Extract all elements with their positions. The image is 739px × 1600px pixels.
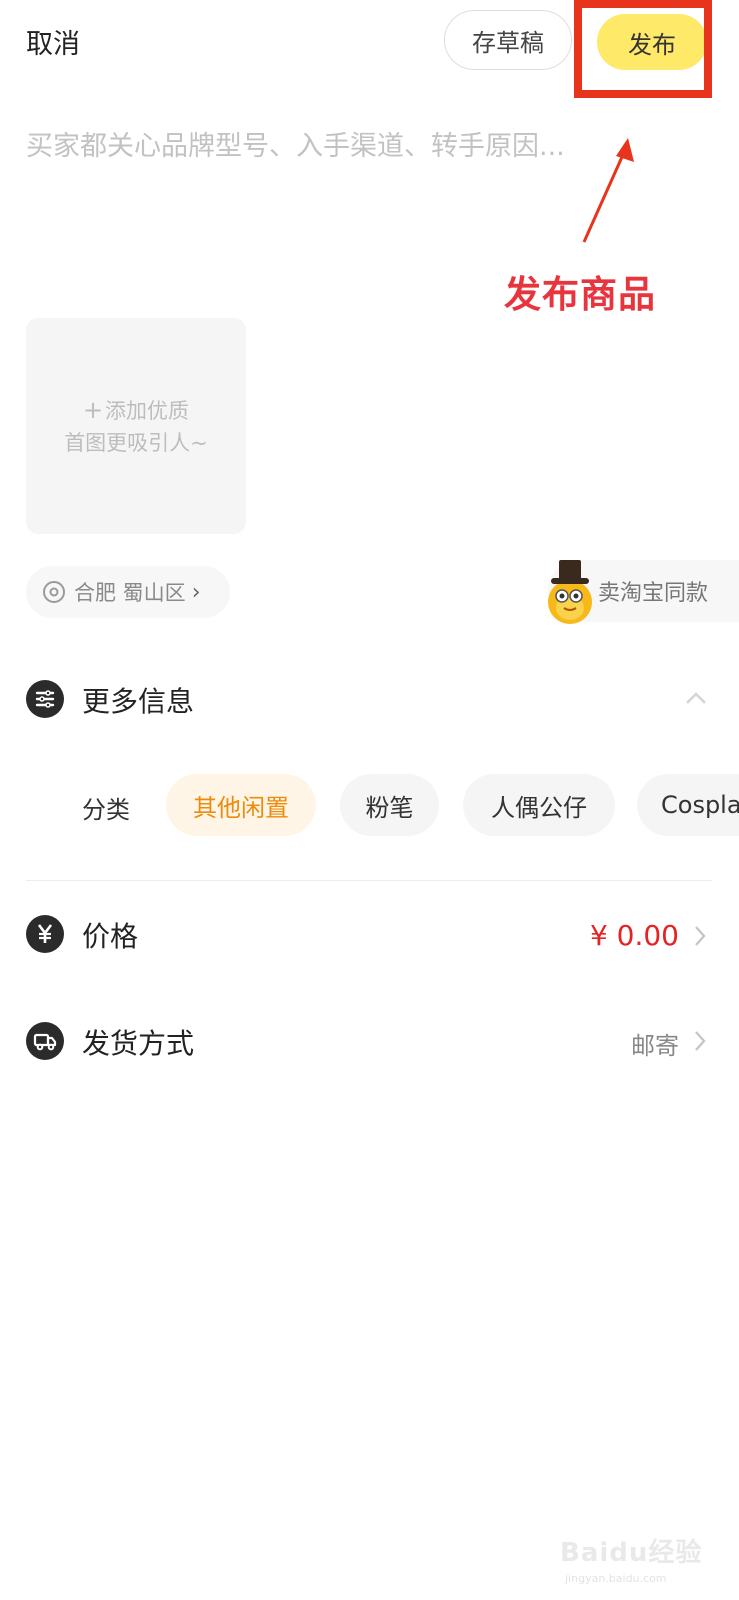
location-text: 合肥 蜀山区: [74, 581, 186, 605]
category-label: 分类: [82, 796, 130, 824]
watermark-url: jingyan.baidu.com: [565, 1572, 667, 1585]
sell-taobao-same-chip[interactable]: 卖淘宝同款: [548, 560, 739, 624]
chevron-up-icon[interactable]: [684, 690, 708, 706]
save-draft-button[interactable]: 存草稿: [444, 10, 572, 70]
section-divider: [26, 880, 712, 881]
category-pill-chalk[interactable]: 粉笔: [340, 774, 439, 836]
shipping-title: 发货方式: [82, 1027, 195, 1060]
add-image-tile[interactable]: +添加优质 首图更吸引人~: [26, 318, 246, 534]
watermark: Baidu经验: [560, 1538, 703, 1568]
chevron-right-icon: [695, 1031, 706, 1051]
cancel-button[interactable]: 取消: [26, 22, 80, 61]
location-pin-icon: [43, 581, 65, 603]
publish-item-page: 取消 存草稿 发布 发布商品 +添加优质 首图更吸引人~ 合肥 蜀山区 ›: [0, 0, 739, 1600]
category-pill-cosplay[interactable]: Cosplay: [637, 774, 739, 836]
add-image-line2: 首图更吸引人~: [64, 430, 208, 455]
more-info-title: 更多信息: [82, 685, 195, 718]
chevron-right-icon: [695, 926, 706, 946]
shipping-value[interactable]: 邮寄: [631, 1026, 679, 1061]
annotation-arrow-icon: [582, 138, 634, 243]
price-value[interactable]: ¥ 0.00: [590, 919, 679, 952]
price-title: 价格: [82, 920, 139, 953]
truck-icon: [26, 1022, 64, 1060]
location-chip[interactable]: 合肥 蜀山区 ›: [26, 566, 230, 618]
add-image-text: 添加优质: [105, 398, 190, 423]
sell-taobao-label: 卖淘宝同款: [598, 581, 709, 606]
list-icon: [26, 680, 64, 718]
mascot-icon: [548, 560, 592, 624]
annotation-highlight-box: [574, 0, 712, 98]
annotation-label: 发布商品: [504, 273, 656, 316]
add-image-line1: +添加优质: [83, 394, 189, 427]
description-input[interactable]: [26, 126, 626, 166]
yen-icon: [26, 915, 64, 953]
plus-icon: +: [82, 395, 104, 424]
category-pill-other[interactable]: 其他闲置: [166, 774, 316, 836]
category-pill-dolls[interactable]: 人偶公仔: [463, 774, 615, 836]
chevron-right-icon: ›: [191, 579, 201, 605]
